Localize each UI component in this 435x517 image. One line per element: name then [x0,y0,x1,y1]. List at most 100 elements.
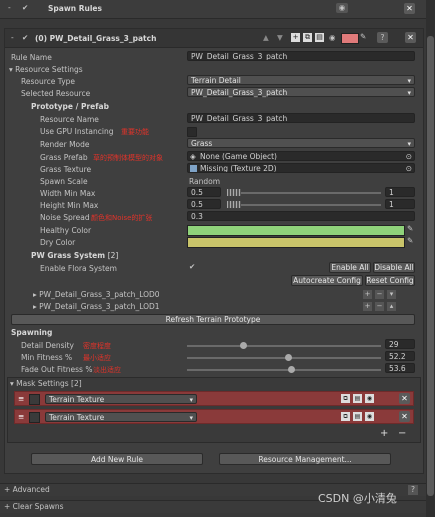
paste-icon[interactable]: ▤ [353,394,362,403]
detail-density-field[interactable]: 29 [385,339,415,349]
mask-enable-checkbox[interactable] [29,412,40,423]
detail-density-slider[interactable] [187,345,381,347]
height-min-field[interactable]: 0.5 [187,199,221,209]
rule-header[interactable]: - ✔ (0) PW_Detail_Grass_3_patch ▲ ▼ + ⧉ … [5,29,423,48]
mask-settings-foldout[interactable]: ▾ Mask Settings [2] [10,379,82,388]
add-icon[interactable]: + [363,290,372,299]
render-mode-dropdown[interactable]: Grass [187,138,415,149]
noise-spread-field[interactable]: 0.3 [187,211,415,221]
arrow-down-icon[interactable]: ▼ [277,33,283,42]
mask-row[interactable]: ≡ Terrain Texture ⧉ ▤ ◉ ✕ [14,409,414,424]
grass-prefab-label: Grass Prefab [40,153,88,162]
reset-config-button[interactable]: Reset Config [365,275,415,286]
mask-type-dropdown[interactable]: Terrain Texture [45,394,197,405]
arrow-up-icon[interactable]: ▲ [263,33,269,42]
visibility-icon[interactable]: ◉ [365,394,374,403]
checkmark-icon[interactable]: ✔ [22,33,28,42]
help-icon[interactable]: ? [377,32,388,43]
resource-settings-foldout[interactable]: ▾ Resource Settings [9,65,83,74]
collapse-icon[interactable]: - [8,3,11,12]
resource-type-dropdown[interactable]: Terrain Detail [187,75,415,86]
drag-handle-icon[interactable]: ≡ [18,394,24,403]
rule-color-swatch[interactable] [341,33,359,44]
lod0-item[interactable]: ▸ PW_Detail_Grass_3_patch_LOD0 [33,290,160,299]
spawn-scale-value[interactable]: Random [189,177,220,186]
eyedropper-icon[interactable]: ✎ [360,32,366,41]
delete-rule-button[interactable]: ✕ [405,32,416,43]
width-max-field[interactable]: 1 [385,187,415,197]
grass-texture-value: Missing (Texture 2D) [200,164,277,173]
mask-row[interactable]: ≡ Terrain Texture ⧉ ▤ ◉ ✕ [14,391,414,406]
eyedropper-icon[interactable]: ✎ [407,224,413,233]
add-mask-button[interactable]: + [380,428,388,439]
eye-icon[interactable]: ◉ [329,33,336,42]
spawn-rules-title: Spawn Rules [48,4,102,13]
drag-handle-icon[interactable]: ≡ [18,412,24,421]
width-minmax-label: Width Min Max [40,189,96,198]
gpu-instancing-checkbox[interactable] [187,127,197,137]
enable-flora-checkbox[interactable]: ✔ [189,262,195,271]
fade-out-fitness-slider[interactable] [187,369,381,371]
rule-name-label: Rule Name [11,53,52,62]
minus-icon[interactable]: − [375,302,384,311]
up-icon[interactable]: ▴ [387,302,396,311]
remove-mask-button[interactable]: ✕ [399,411,410,422]
selected-resource-dropdown[interactable]: PW_Detail_Grass_3_patch [187,87,415,98]
eyedropper-icon[interactable]: ✎ [407,236,413,245]
close-button[interactable]: ✕ [404,3,415,14]
fade-out-fitness-note: 淡出适应 [93,366,121,374]
grass-prefab-field[interactable]: ◈ None (Game Object) ⊙ [187,151,415,161]
grass-prefab-note: 草的预制体模型的对象 [93,154,163,162]
height-max-field[interactable]: 1 [385,199,415,209]
width-slider-handle[interactable] [227,189,241,196]
remove-mask-button[interactable]: ✕ [399,393,410,404]
paste-icon[interactable]: ▤ [353,412,362,421]
add-icon[interactable]: + [363,302,372,311]
min-fitness-knob[interactable] [285,354,293,361]
enable-all-button[interactable]: Enable All [329,262,371,273]
minus-icon[interactable]: − [375,290,384,299]
down-icon[interactable]: ▾ [387,290,396,299]
refresh-terrain-prototype-button[interactable]: Refresh Terrain Prototype [11,314,415,325]
healthy-color-field[interactable] [187,225,405,236]
fade-out-fitness-label: Fade Out Fitness % [21,365,93,374]
mask-enable-checkbox[interactable] [29,394,40,405]
object-picker-icon[interactable]: ⊙ [406,152,412,160]
checkmark-icon[interactable]: ✔ [22,3,28,12]
min-fitness-field[interactable]: 52.2 [385,351,415,361]
copy-icon[interactable]: ⧉ [341,394,350,403]
paste-icon[interactable]: ▤ [315,33,324,42]
gpu-instancing-note: 重要功能 [121,128,149,136]
height-slider-handle[interactable] [227,201,241,208]
copy-icon[interactable]: ⧉ [341,412,350,421]
help-icon[interactable]: ? [408,485,418,495]
fade-out-fitness-field[interactable]: 53.6 [385,363,415,373]
copy-icon[interactable]: ⧉ [303,33,312,42]
autocreate-config-button[interactable]: Autocreate Config [291,275,363,286]
spawn-rules-header[interactable]: - ✔ Spawn Rules ◉ ✕ [0,0,426,19]
width-min-field[interactable]: 0.5 [187,187,221,197]
resource-name-field[interactable]: PW_Detail_Grass_3_patch [187,113,415,123]
resource-settings-label: Resource Settings [15,65,83,74]
visibility-icon[interactable]: ◉ [365,412,374,421]
height-minmax-slider[interactable] [227,204,381,206]
scrollbar-thumb[interactable] [427,36,434,496]
min-fitness-slider[interactable] [187,357,381,359]
remove-mask-list-button[interactable]: − [398,428,406,439]
grass-texture-field[interactable]: Missing (Texture 2D) ⊙ [187,163,415,173]
rule-name-field[interactable]: PW_Detail_Grass_3_patch [187,51,415,61]
dry-color-field[interactable] [187,237,405,248]
min-fitness-label: Min Fitness % [21,353,73,362]
mask-type-dropdown[interactable]: Terrain Texture [45,412,197,423]
width-minmax-slider[interactable] [227,192,381,194]
detail-density-knob[interactable] [240,342,248,349]
add-icon[interactable]: + [291,33,300,42]
collapse-icon[interactable]: - [11,33,14,42]
lod1-item[interactable]: ▸ PW_Detail_Grass_3_patch_LOD1 [33,302,160,311]
fade-out-fitness-knob[interactable] [287,366,295,373]
disable-all-button[interactable]: Disable All [373,262,415,273]
object-picker-icon[interactable]: ⊙ [406,164,412,172]
add-new-rule-button[interactable]: Add New Rule [31,453,203,465]
eye-icon[interactable]: ◉ [336,3,348,13]
resource-management-button[interactable]: Resource Management... [219,453,391,465]
